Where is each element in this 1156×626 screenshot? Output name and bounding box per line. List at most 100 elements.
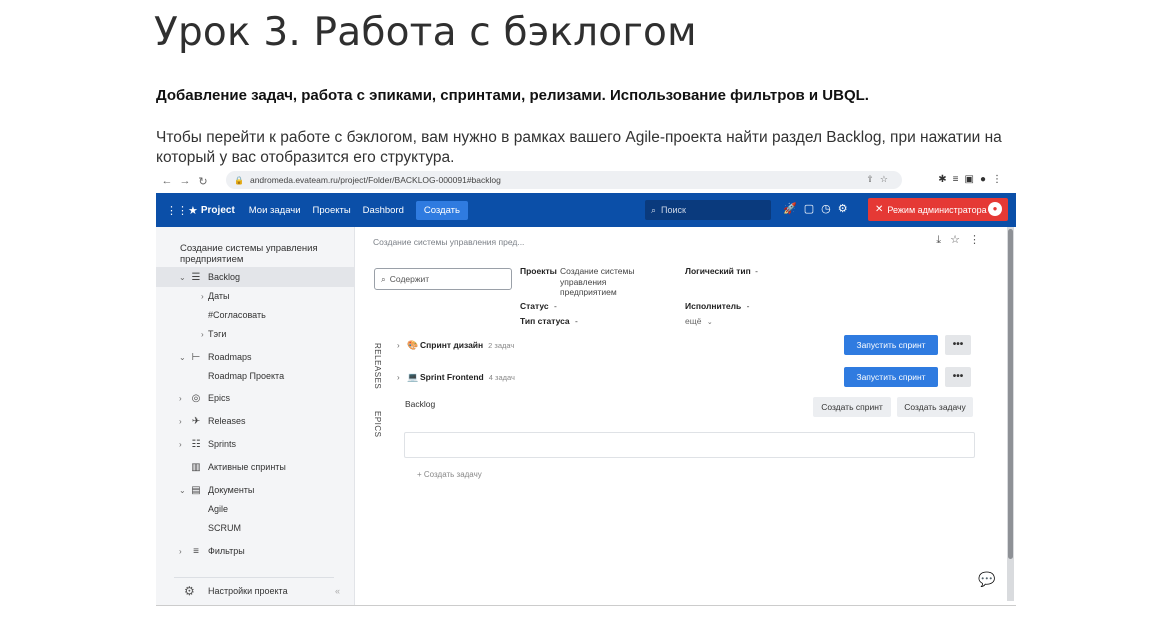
bookmark-star-icon[interactable]: ⇪☆ <box>866 174 894 185</box>
search-placeholder: Поиск <box>661 205 686 215</box>
sidebar-item-label: Agile <box>208 504 229 514</box>
releases-side-tab[interactable]: RELEASES <box>373 343 382 389</box>
sidebar-item-roadmap-project[interactable]: Roadmap Проекта <box>156 366 354 386</box>
sidebar-item-label: Sprints <box>208 439 237 449</box>
sidebar-item-tags[interactable]: › Тэги <box>156 324 354 344</box>
status-type-label: Тип статуса <box>520 316 570 326</box>
sidebar-item-epics[interactable]: › ◎ Epics <box>156 388 354 408</box>
sidebar-item-backlog[interactable]: ⌄ ☰ Backlog <box>156 267 354 287</box>
forward-icon[interactable]: → <box>178 175 192 187</box>
chevron-down-icon[interactable]: ⌄ <box>179 353 186 362</box>
assignee-filter[interactable]: Исполнитель - <box>685 301 749 311</box>
start-sprint-button[interactable]: Запустить спринт <box>844 335 938 355</box>
status-filter[interactable]: Статус - <box>520 301 557 311</box>
status-type-value: - <box>575 316 578 326</box>
more-label: ещё <box>685 316 702 326</box>
sprint-name: Спринт дизайн 2 задач <box>420 340 514 350</box>
sidebar-item-label: Epics <box>208 393 231 403</box>
back-icon[interactable]: ← <box>160 175 174 187</box>
menu-my-tasks[interactable]: Мои задачи <box>249 205 301 216</box>
chevron-right-icon[interactable]: › <box>397 373 400 382</box>
chevron-right-icon[interactable]: › <box>179 547 182 556</box>
sidebar-item-documents[interactable]: ⌄ ▤ Документы <box>156 480 354 500</box>
lock-icon: 🔒 <box>234 175 244 185</box>
menu-projects[interactable]: Проекты <box>313 205 351 216</box>
chevron-right-icon[interactable]: › <box>179 440 182 449</box>
more-filters[interactable]: ещё ⌄ <box>685 316 713 326</box>
sidebar-item-label: Roadmap Проекта <box>208 371 285 381</box>
header-action-icons[interactable]: ⤓☆⋮ <box>936 233 989 247</box>
chat-icon[interactable]: 💬 <box>978 571 995 588</box>
project-settings-item[interactable]: ⚙ Настройки проекта « <box>174 577 340 604</box>
chevron-down-icon[interactable]: ⌄ <box>179 486 186 495</box>
sprint-name: Sprint Frontend 4 задач <box>420 372 515 382</box>
more-options-button[interactable]: ••• <box>945 367 971 387</box>
sidebar-item-roadmaps[interactable]: ⌄ ⊢ Roadmaps <box>156 347 354 367</box>
sidebar-item-approve[interactable]: #Согласовать <box>156 305 354 325</box>
sprint-count: 4 задач <box>488 373 515 382</box>
projects-label: Проекты <box>520 266 557 276</box>
chevron-right-icon[interactable]: › <box>179 417 182 426</box>
topbar-action-icons[interactable]: 🚀▢◷⚙ <box>783 202 855 215</box>
article-paragraph: Чтобы перейти к работе с бэклогом, вам н… <box>156 129 1002 166</box>
scrollbar-thumb[interactable] <box>1008 229 1013 559</box>
logic-type-label: Логический тип <box>685 266 751 276</box>
epics-side-tab[interactable]: EPICS <box>373 411 382 438</box>
avatar[interactable]: ● <box>988 202 1002 216</box>
status-type-filter[interactable]: Тип статуса - <box>520 316 578 326</box>
contains-placeholder: Содержит <box>389 274 430 284</box>
sidebar-item-label: Фильтры <box>208 546 245 556</box>
projects-filter[interactable]: Проекты <box>520 266 557 276</box>
sidebar-item-sprints[interactable]: › ☷ Sprints <box>156 434 354 454</box>
chevron-down-icon[interactable]: ⌄ <box>179 273 186 282</box>
epics-icon: ◎ <box>191 392 201 404</box>
board-icon: ▥ <box>191 461 201 473</box>
collapse-sidebar-icon[interactable]: « <box>335 586 340 596</box>
start-sprint-button[interactable]: Запустить спринт <box>844 367 938 387</box>
create-task-button[interactable]: Создать задачу <box>897 397 973 417</box>
sidebar-project-title[interactable]: Создание системы управления предприятием <box>180 243 330 265</box>
sprint-count: 2 задач <box>488 341 515 350</box>
admin-mode-button[interactable]: ✕ Режим администратора ● <box>868 198 1008 221</box>
sidebar-item-filters[interactable]: › ≡ Фильтры <box>156 541 354 561</box>
app-topbar: ⋮⋮ ★ Project Мои задачи Проекты Dashbord… <box>156 193 1016 227</box>
sidebar-item-agile[interactable]: Agile <box>156 499 354 519</box>
chevron-right-icon[interactable]: › <box>201 292 204 301</box>
logic-type-filter[interactable]: Логический тип - <box>685 266 758 276</box>
sidebar-item-active-sprints[interactable]: ▥ Активные спринты <box>156 457 354 477</box>
sidebar-item-label: Тэги <box>208 329 227 339</box>
chevron-right-icon[interactable]: › <box>179 394 182 403</box>
create-sprint-button[interactable]: Создать спринт <box>813 397 891 417</box>
chevron-right-icon[interactable]: › <box>397 341 400 350</box>
reload-icon[interactable]: ↻ <box>196 175 210 188</box>
screenshot-frame: ← → ↻ 🔒 andromeda.evateam.ru/project/Fol… <box>156 169 1016 606</box>
backlog-drop-area[interactable] <box>404 432 975 458</box>
assignee-value: - <box>746 301 750 311</box>
more-options-button[interactable]: ••• <box>945 335 971 355</box>
add-task-link[interactable]: + Создать задачу <box>417 470 482 479</box>
filter-icon: ≡ <box>193 545 199 557</box>
sidebar-item-dates[interactable]: › Даты <box>156 286 354 306</box>
project-settings-label: Настройки проекта <box>208 586 288 596</box>
search-input[interactable]: ⌕ Поиск <box>645 200 771 220</box>
article-subtitle: Добавление задач, работа с эпиками, спри… <box>156 87 869 104</box>
sidebar-item-label: #Согласовать <box>208 310 266 320</box>
contains-filter-input[interactable]: ⌕ Содержит <box>374 268 512 290</box>
sidebar-item-label: SCRUM <box>208 523 241 533</box>
menu-dashboard[interactable]: Dashbord <box>363 205 404 216</box>
releases-icon: ✈ <box>191 415 201 427</box>
breadcrumb[interactable]: Создание системы управления пред... <box>373 237 524 247</box>
scrollbar[interactable] <box>1007 227 1014 601</box>
extensions-icons[interactable]: ✱≡▣●⋮ <box>938 174 1008 185</box>
logic-type-value: - <box>755 266 759 276</box>
address-bar[interactable]: 🔒 andromeda.evateam.ru/project/Folder/BA… <box>226 171 902 189</box>
create-button[interactable]: Создать <box>415 200 468 220</box>
sidebar-item-scrum[interactable]: SCRUM <box>156 518 354 538</box>
apps-grid-icon[interactable]: ⋮⋮ <box>166 204 188 217</box>
brand-label[interactable]: Project <box>201 205 235 216</box>
backlog-section-title: Backlog <box>405 399 436 409</box>
sidebar-item-label: Roadmaps <box>208 352 252 362</box>
sidebar-item-releases[interactable]: › ✈ Releases <box>156 411 354 431</box>
chevron-right-icon[interactable]: › <box>201 330 204 339</box>
sidebar-item-label: Активные спринты <box>208 462 286 472</box>
